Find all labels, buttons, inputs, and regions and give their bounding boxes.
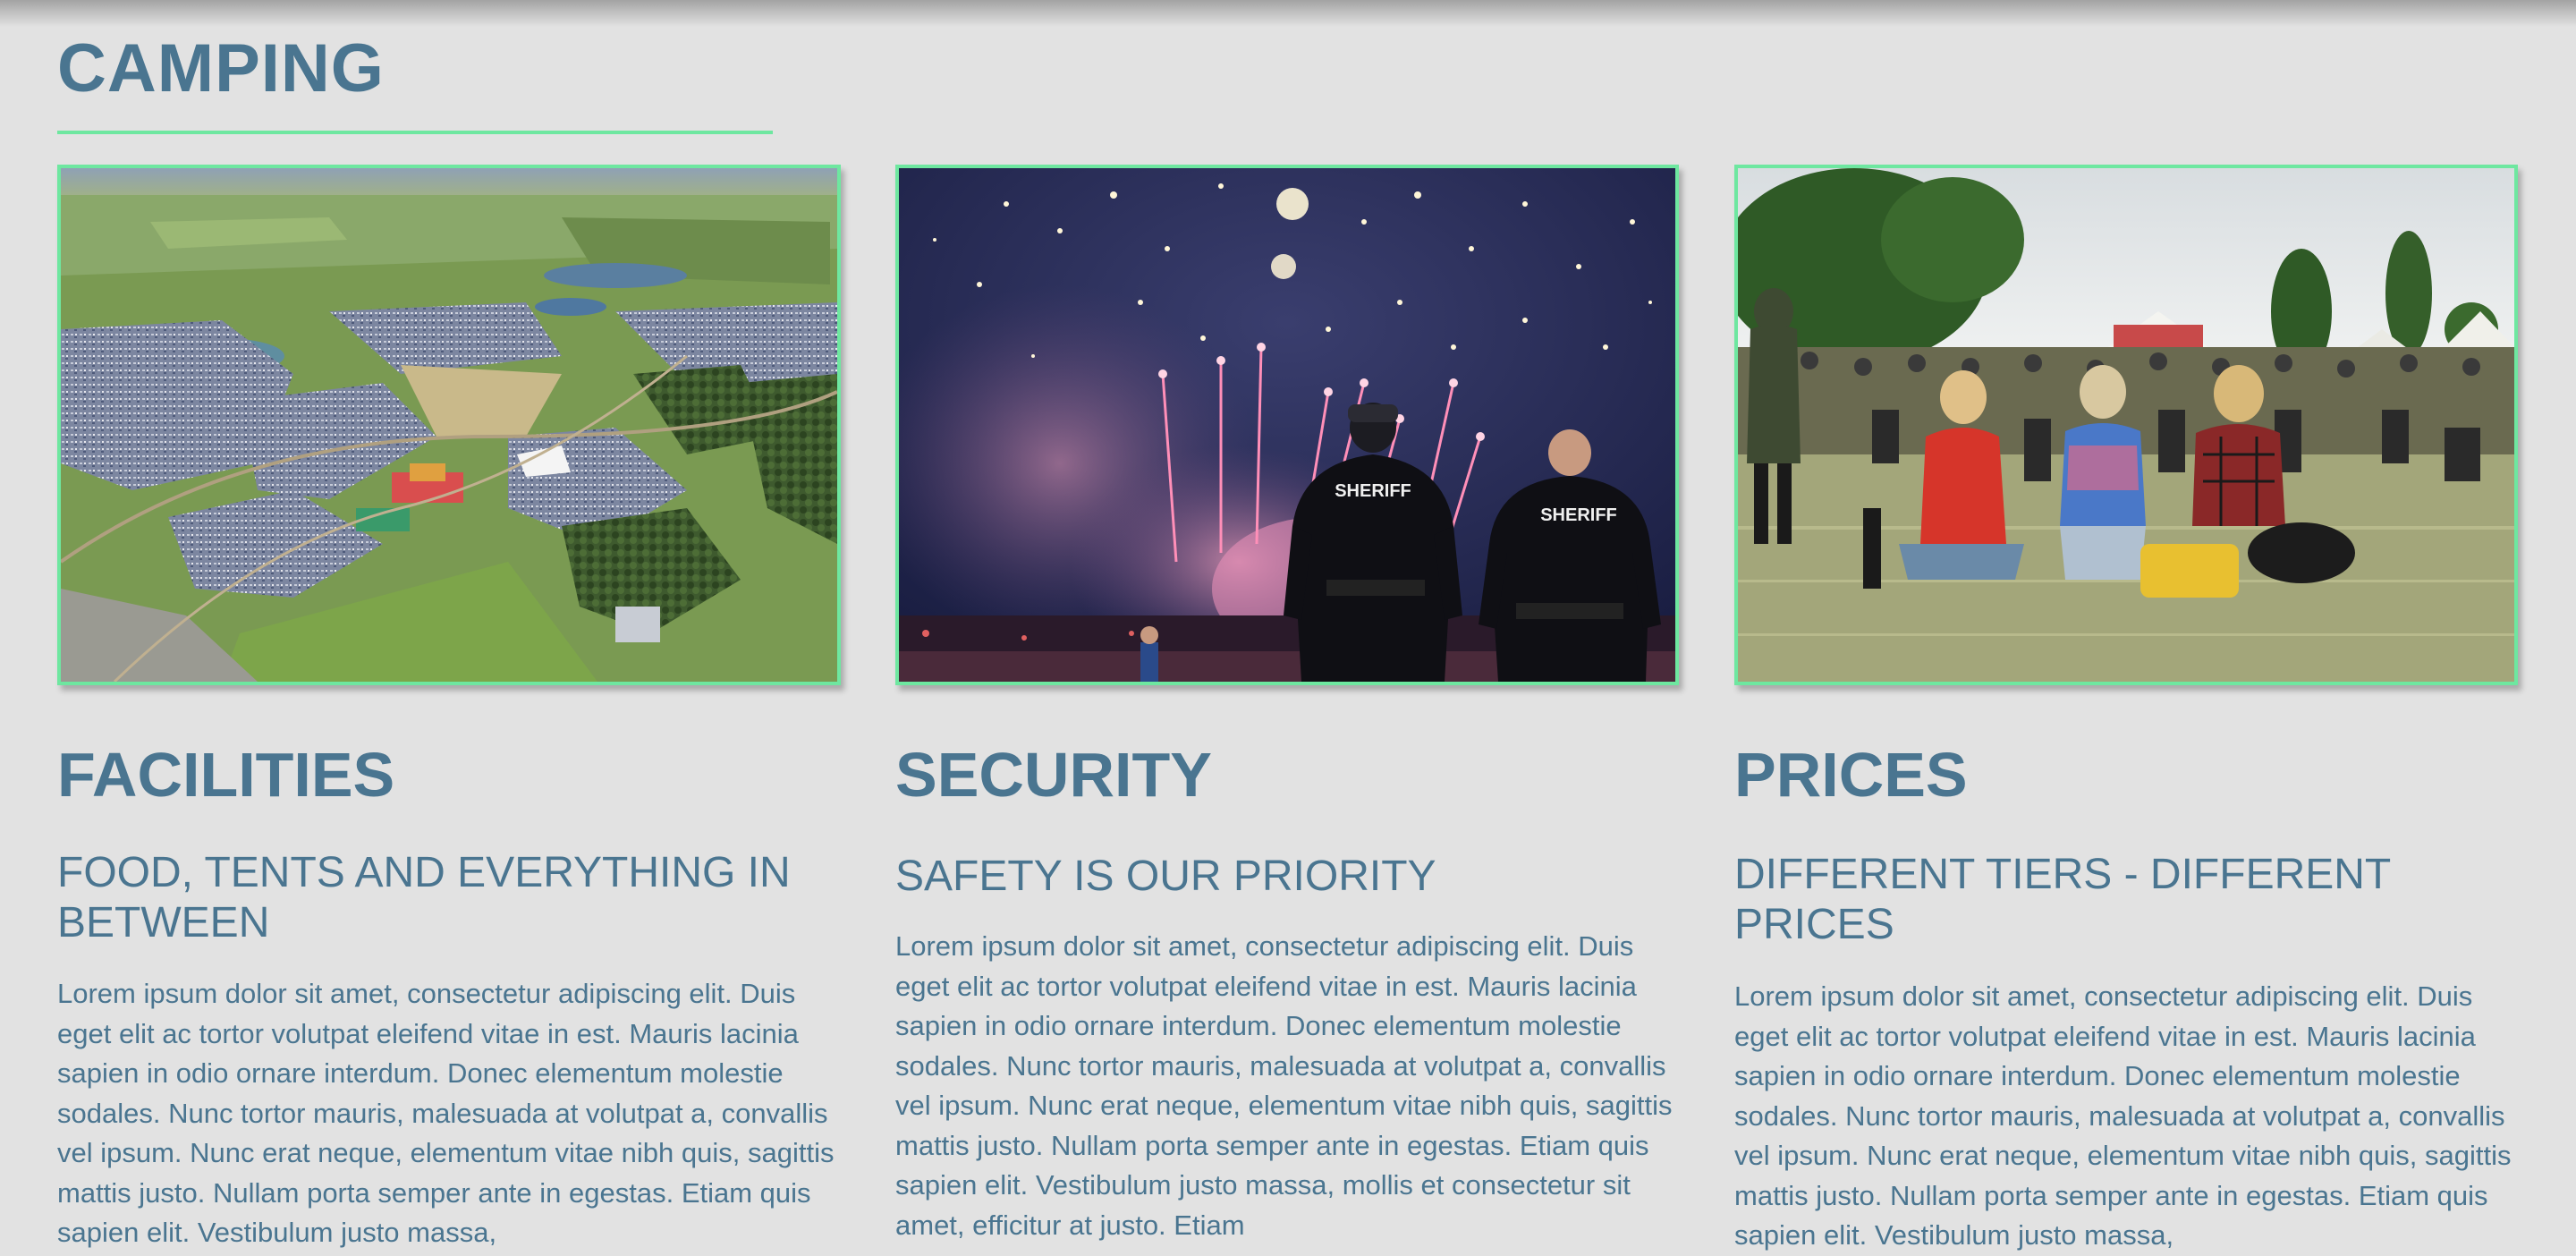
- security-subheading: SAFETY IS OUR PRIORITY: [895, 853, 1436, 900]
- prices-heading: PRICES: [1734, 740, 1968, 810]
- aerial-campsite-photo: [61, 168, 837, 682]
- card-prices: PRICES DIFFERENT TIERS - DIFFERENT PRICE…: [1734, 165, 2518, 1251]
- facilities-heading: FACILITIES: [57, 740, 395, 810]
- card-facilities: FACILITIES FOOD, TENTS AND EVERYTHING IN…: [57, 165, 841, 1248]
- card-security: SHERIFF SHERIFF SECURITY SAFETY IS OUR P…: [895, 165, 1679, 1241]
- prices-subheading: DIFFERENT TIERS - DIFFERENT PRICES: [1734, 851, 2391, 948]
- festival-crowd-photo: [1738, 168, 2514, 682]
- section-title: CAMPING: [57, 30, 385, 106]
- facilities-text: Lorem ipsum dolor sit amet, consectetur …: [57, 978, 835, 1248]
- prices-image: [1734, 165, 2518, 685]
- title-underline: [57, 131, 773, 134]
- sheriff-badge-2: SHERIFF: [1540, 505, 1617, 525]
- header-shadow: [0, 0, 2576, 27]
- sheriff-badge-1: SHERIFF: [1335, 481, 1411, 501]
- fireworks-sheriffs-photo: SHERIFF SHERIFF: [899, 168, 1675, 682]
- security-text: Lorem ipsum dolor sit amet, consectetur …: [895, 930, 1673, 1241]
- facilities-image: [57, 165, 841, 685]
- security-image: SHERIFF SHERIFF: [895, 165, 1679, 685]
- facilities-subheading: FOOD, TENTS AND EVERYTHING IN BETWEEN: [57, 849, 791, 946]
- camping-section: CAMPING: [57, 30, 2519, 134]
- prices-text: Lorem ipsum dolor sit amet, consectetur …: [1734, 980, 2512, 1251]
- security-heading: SECURITY: [895, 740, 1212, 810]
